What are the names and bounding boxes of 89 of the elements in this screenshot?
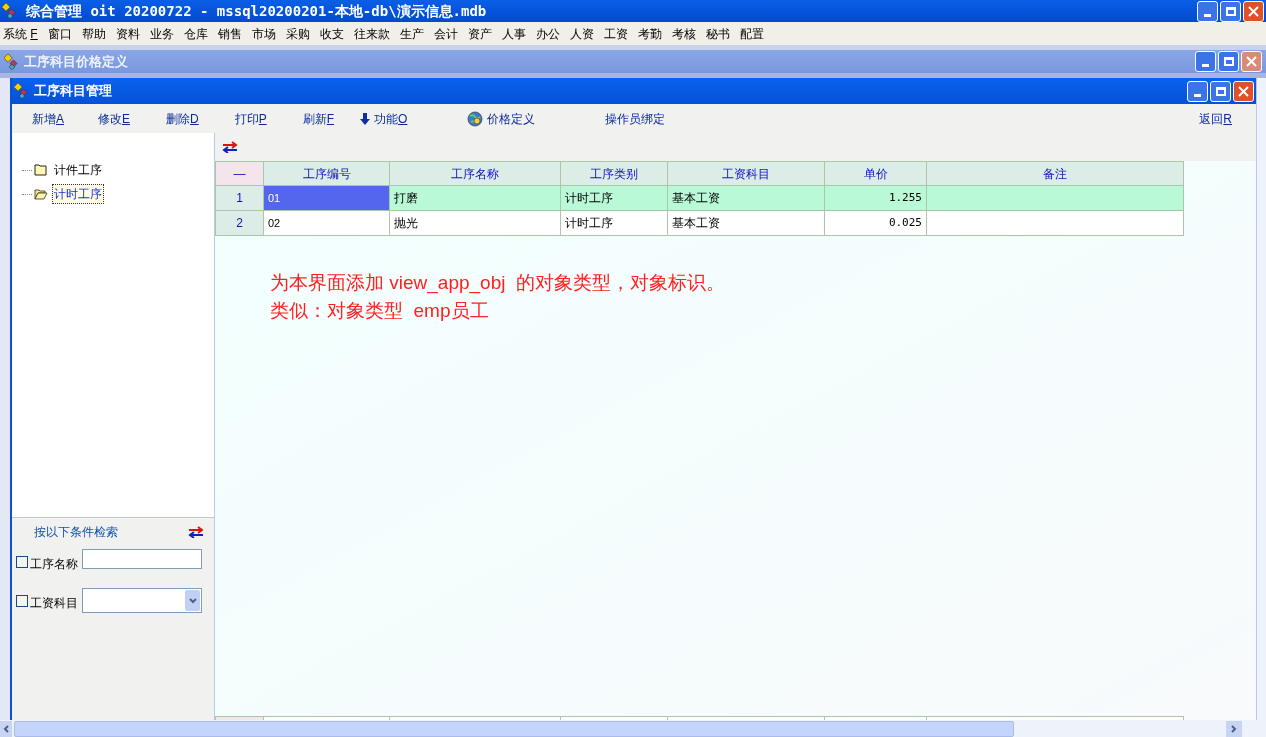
menu-item[interactable]: 资料 <box>112 24 143 43</box>
menu-item[interactable]: 资产 <box>464 24 495 43</box>
toolbar-button[interactable]: 返回R <box>1199 109 1232 128</box>
down-arrow-icon <box>360 112 371 125</box>
close-icon <box>1238 85 1249 97</box>
column-header[interactable]: 工序编号 <box>264 162 390 186</box>
menu-item[interactable]: 系统 F <box>0 24 41 43</box>
close-button[interactable] <box>1241 51 1262 72</box>
close-button[interactable] <box>1243 0 1264 22</box>
row-number: 1 <box>216 186 264 211</box>
column-header[interactable]: 备注 <box>927 162 1184 186</box>
annotation-text: 类似：对象类型 emp员工 <box>270 299 490 323</box>
maximize-button[interactable] <box>1210 80 1231 102</box>
close-icon <box>1246 56 1257 67</box>
menu-item[interactable]: 工资 <box>600 24 631 43</box>
table-cell: 抛光 <box>390 211 561 236</box>
menu-item[interactable]: 配置 <box>736 24 767 43</box>
chevron-right-icon <box>1231 724 1237 733</box>
app-icon <box>2 2 18 20</box>
menu-item[interactable]: 市场 <box>248 24 279 43</box>
swap-icon <box>188 526 204 538</box>
menu-item[interactable]: 生产 <box>396 24 427 43</box>
horizontal-scrollbar[interactable] <box>0 720 1266 737</box>
field-label: 工序名称 <box>30 556 78 573</box>
menu-item[interactable]: 考核 <box>668 24 699 43</box>
checkbox[interactable] <box>16 594 28 607</box>
menu-item[interactable]: 销售 <box>214 24 245 43</box>
dropdown-field[interactable] <box>82 588 202 613</box>
table-row[interactable]: 1 01 打磨 计时工序 基本工资 1.255 <box>216 186 1184 211</box>
toolbar-button[interactable]: 刷新F <box>302 109 335 128</box>
tree-item[interactable]: 计件工序 <box>52 160 104 180</box>
column-header[interactable]: 工资科目 <box>668 162 825 186</box>
menu-item[interactable]: 办公 <box>532 24 563 43</box>
input-field[interactable] <box>82 549 202 569</box>
minimize-button[interactable] <box>1197 0 1218 22</box>
tree-item[interactable]: 计时工序 <box>52 184 104 204</box>
menu-item[interactable]: 仓库 <box>180 24 211 43</box>
swap-icon <box>222 141 238 153</box>
app-icon <box>14 82 30 100</box>
checkbox[interactable] <box>16 556 28 568</box>
minimize-button[interactable] <box>1195 51 1216 72</box>
toolbar-button[interactable]: 功能O <box>360 109 408 128</box>
toolbar-button[interactable]: 操作员绑定 <box>605 109 666 128</box>
annotation-text: 为本界面添加 view_app_obj 的对象类型，对象标识。 <box>270 271 727 296</box>
maximize-button[interactable] <box>1218 51 1239 72</box>
window-title: 工序科目管理 <box>34 82 112 101</box>
menu-item[interactable]: 窗口 <box>44 24 75 43</box>
chevron-down-icon <box>188 597 197 604</box>
table-cell: 0.025 <box>825 211 927 236</box>
window-title: 工序科目价格定义 <box>24 52 128 71</box>
scroll-left-button[interactable] <box>0 720 12 737</box>
toolbar-button[interactable]: 删除D <box>166 109 199 128</box>
scroll-thumb[interactable] <box>14 720 1014 737</box>
menu-item[interactable]: 人事 <box>498 24 529 43</box>
menu-item[interactable]: 会计 <box>430 24 461 43</box>
table-cell: 02 <box>264 211 390 236</box>
scroll-right-button[interactable] <box>1226 720 1242 737</box>
menu-item[interactable]: 收支 <box>316 24 347 43</box>
toolbar-button[interactable]: 价格定义 <box>467 109 536 128</box>
table-cell: 计时工序 <box>561 211 668 236</box>
toolbar-button[interactable]: 打印P <box>234 109 267 128</box>
globe-icon <box>467 110 484 127</box>
close-button[interactable] <box>1233 80 1254 102</box>
column-header[interactable]: 工序名称 <box>390 162 561 186</box>
close-icon <box>1248 5 1259 17</box>
search-title: 按以下条件检索 <box>34 524 118 541</box>
toolbar-button[interactable]: 修改E <box>98 109 131 128</box>
table-cell: 基本工资 <box>668 211 825 236</box>
chevron-left-icon <box>3 724 9 733</box>
table-row[interactable]: 2 02 抛光 计时工序 基本工资 0.025 <box>216 211 1184 236</box>
menu-item[interactable]: 往来款 <box>350 24 393 43</box>
menu-item[interactable]: 考勤 <box>634 24 665 43</box>
table-cell: 01 <box>264 186 390 211</box>
menu-item[interactable]: 帮助 <box>78 24 109 43</box>
menu-item[interactable]: 秘书 <box>702 24 733 43</box>
column-header[interactable]: 单价 <box>825 162 927 186</box>
maximize-button[interactable] <box>1220 0 1241 22</box>
table-corner: — <box>216 162 264 186</box>
app-icon <box>4 52 20 71</box>
toolbar-button[interactable]: 新增A <box>32 109 64 128</box>
menu-item[interactable]: 采购 <box>282 24 313 43</box>
column-header[interactable]: 工序类别 <box>561 162 668 186</box>
menu-item[interactable]: 人资 <box>566 24 597 43</box>
menu-item[interactable]: 业务 <box>146 24 177 43</box>
row-number: 2 <box>216 211 264 236</box>
vertical-scrollbar[interactable] <box>1256 78 1266 720</box>
field-label: 工资科目 <box>30 594 78 612</box>
minimize-button[interactable] <box>1187 80 1208 102</box>
window-title: 综合管理 oit 20200722 - mssql20200201-本地-db\演示信息.mdb <box>26 1 487 21</box>
